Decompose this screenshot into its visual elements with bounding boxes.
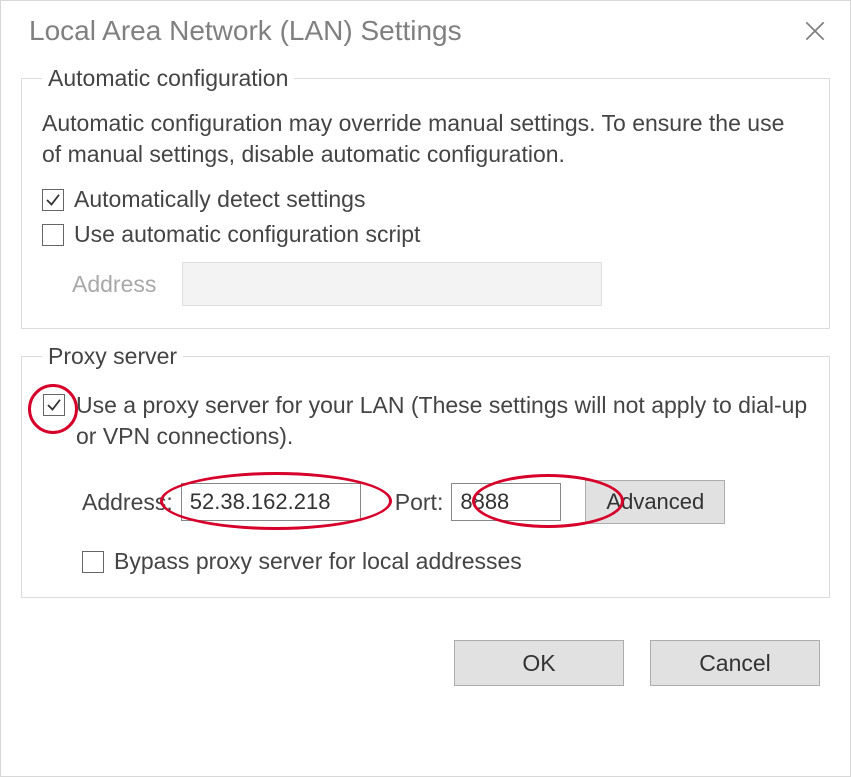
advanced-button[interactable]: Advanced: [585, 480, 725, 524]
proxy-use-row: Use a proxy server for your LAN (These s…: [42, 390, 809, 452]
proxy-port-input[interactable]: [451, 483, 561, 521]
auto-detect-checkbox[interactable]: [42, 189, 64, 211]
use-proxy-checkbox[interactable]: [43, 394, 65, 416]
automatic-configuration-legend: Automatic configuration: [42, 65, 294, 92]
use-proxy-label[interactable]: Use a proxy server for your LAN (These s…: [76, 390, 809, 452]
auto-script-label[interactable]: Use automatic configuration script: [74, 221, 420, 248]
dialog-buttons: OK Cancel: [1, 612, 850, 686]
close-icon[interactable]: [802, 18, 828, 44]
automatic-configuration-description: Automatic configuration may override man…: [42, 108, 809, 170]
auto-script-checkbox[interactable]: [42, 224, 64, 246]
proxy-server-legend: Proxy server: [42, 343, 183, 370]
auto-detect-label[interactable]: Automatically detect settings: [74, 186, 365, 213]
bypass-row: Bypass proxy server for local addresses: [82, 548, 809, 575]
cancel-button[interactable]: Cancel: [650, 640, 820, 686]
auto-script-address-row: Address: [72, 262, 809, 306]
auto-script-address-label: Address: [72, 271, 182, 298]
proxy-address-label: Address:: [82, 489, 173, 516]
proxy-fields-row: Address: Port: Advanced: [82, 480, 809, 524]
ok-button[interactable]: OK: [454, 640, 624, 686]
proxy-server-group: Proxy server Use a proxy server for your…: [21, 343, 830, 598]
bypass-label[interactable]: Bypass proxy server for local addresses: [114, 548, 522, 575]
bypass-checkbox[interactable]: [82, 551, 104, 573]
auto-script-address-input: [182, 262, 602, 306]
proxy-address-input[interactable]: [181, 483, 361, 521]
automatic-configuration-group: Automatic configuration Automatic config…: [21, 65, 830, 329]
lan-settings-dialog: Local Area Network (LAN) Settings Automa…: [0, 0, 851, 777]
auto-detect-row: Automatically detect settings: [42, 186, 809, 213]
proxy-port-label: Port:: [395, 489, 444, 516]
auto-script-row: Use automatic configuration script: [42, 221, 809, 248]
dialog-title: Local Area Network (LAN) Settings: [29, 15, 462, 47]
title-bar: Local Area Network (LAN) Settings: [1, 1, 850, 65]
